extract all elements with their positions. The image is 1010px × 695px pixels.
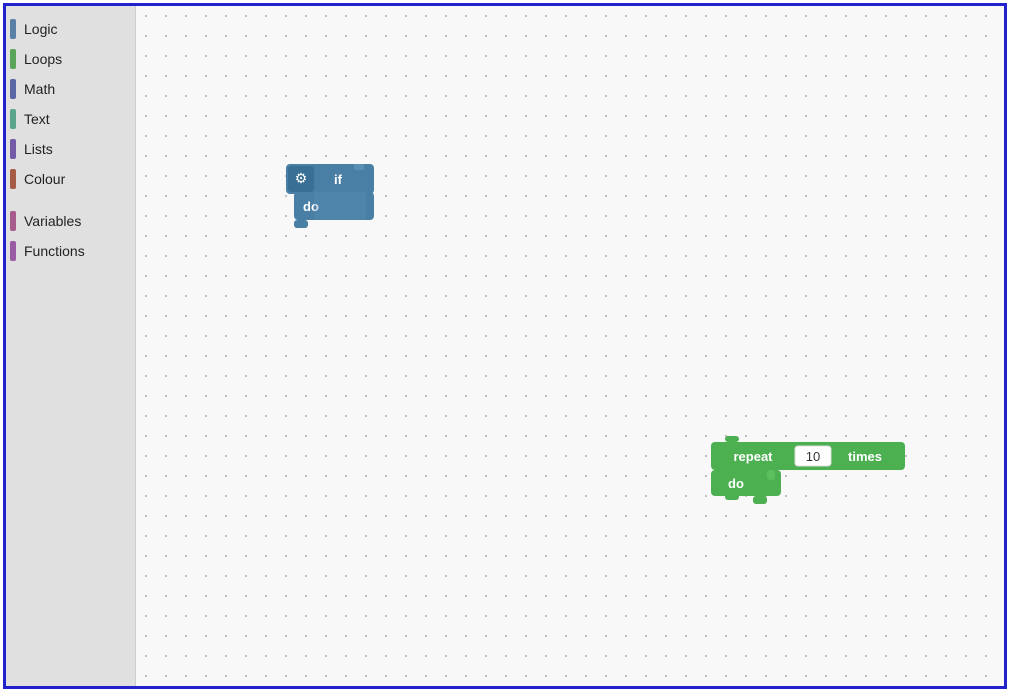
sidebar-label-text: Text xyxy=(24,111,50,127)
sidebar-label-variables: Variables xyxy=(24,213,81,229)
sidebar-item-variables[interactable]: Variables xyxy=(6,206,135,236)
canvas-area[interactable]: ⚙ if do rep xyxy=(136,6,1004,686)
sidebar-item-logic[interactable]: Logic xyxy=(6,14,135,44)
sidebar-label-loops: Loops xyxy=(24,51,62,67)
if-block[interactable]: ⚙ if do xyxy=(286,164,376,237)
sidebar-label-colour: Colour xyxy=(24,171,65,187)
svg-text:if: if xyxy=(334,172,343,187)
text-color-bar xyxy=(10,109,16,129)
sidebar-label-lists: Lists xyxy=(24,141,53,157)
sidebar-label-functions: Functions xyxy=(24,243,85,259)
sidebar-label-logic: Logic xyxy=(24,21,57,37)
sidebar-item-math[interactable]: Math xyxy=(6,74,135,104)
main-container: Logic Loops Math Text Lists Colour Varia… xyxy=(3,3,1007,689)
sidebar-item-colour[interactable]: Colour xyxy=(6,164,135,194)
logic-color-bar xyxy=(10,19,16,39)
sidebar-item-functions[interactable]: Functions xyxy=(6,236,135,266)
svg-text:repeat: repeat xyxy=(733,449,773,464)
svg-text:do: do xyxy=(728,476,744,491)
sidebar-label-math: Math xyxy=(24,81,55,97)
svg-text:times: times xyxy=(848,449,882,464)
loops-color-bar xyxy=(10,49,16,69)
svg-text:⚙: ⚙ xyxy=(295,170,308,186)
repeat-block-svg: repeat 10 times do xyxy=(711,436,911,508)
repeat-block[interactable]: repeat 10 times do xyxy=(711,436,911,513)
sidebar-spacer xyxy=(6,194,135,206)
sidebar-item-loops[interactable]: Loops xyxy=(6,44,135,74)
sidebar-item-text[interactable]: Text xyxy=(6,104,135,134)
math-color-bar xyxy=(10,79,16,99)
variables-color-bar xyxy=(10,211,16,231)
lists-color-bar xyxy=(10,139,16,159)
colour-color-bar xyxy=(10,169,16,189)
sidebar-item-lists[interactable]: Lists xyxy=(6,134,135,164)
sidebar: Logic Loops Math Text Lists Colour Varia… xyxy=(6,6,136,686)
svg-text:10: 10 xyxy=(806,449,820,464)
if-block-svg: ⚙ if do xyxy=(286,164,376,232)
functions-color-bar xyxy=(10,241,16,261)
